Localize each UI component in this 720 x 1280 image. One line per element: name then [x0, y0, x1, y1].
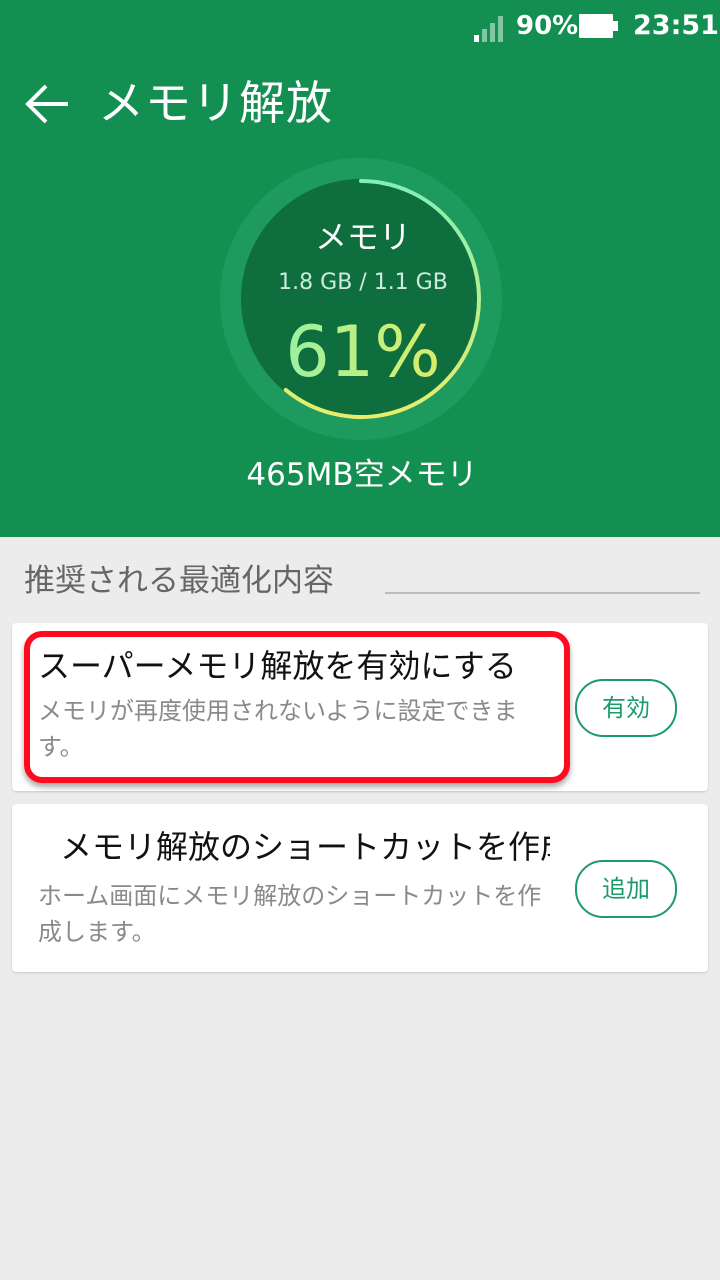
- card-super-memory-release: スーパーメモリ解放を有効にする メモリが再度使用されないように設定できます。 有…: [12, 623, 708, 791]
- memory-gauge: [220, 158, 502, 440]
- memory-usage-text: 1.8 GB / 1.1 GB: [278, 270, 448, 295]
- card-text: スーパーメモリ解放を有効にする メモリが再度使用されないように設定できます。: [38, 643, 550, 765]
- arrow-left-icon[interactable]: [22, 78, 74, 130]
- card-text: メモリ解放のショートカットを作成 ホーム画面にメモリ解放のショートカットを作成し…: [38, 824, 550, 950]
- card-description: メモリが再度使用されないように設定できます。: [38, 697, 518, 761]
- battery-icon: [579, 14, 618, 38]
- clock: 23:51: [633, 10, 719, 41]
- header-panel: 90% 23:51 メモリ解放 メモリ 1.8 GB / 1.1 GB 61% …: [0, 0, 720, 537]
- memory-release-screen: 90% 23:51 メモリ解放 メモリ 1.8 GB / 1.1 GB 61% …: [0, 0, 720, 1280]
- add-button[interactable]: 追加: [575, 860, 677, 918]
- card-description: ホーム画面にメモリ解放のショートカットを作成します。: [38, 882, 542, 946]
- section-title: 推奨される最適化内容: [24, 563, 334, 599]
- battery-percent: 90%: [516, 11, 579, 41]
- card-title: メモリ解放のショートカットを作成: [60, 828, 550, 866]
- page-title: メモリ解放: [98, 76, 333, 130]
- free-memory-text: 465MB空メモリ: [246, 457, 478, 493]
- memory-percent: 61%: [220, 310, 506, 394]
- section-divider: [385, 592, 700, 594]
- gauge-label: メモリ: [314, 218, 411, 256]
- signal-icon: [474, 16, 503, 42]
- card-title: スーパーメモリ解放を有効にする: [38, 647, 517, 685]
- enable-button[interactable]: 有効: [575, 679, 677, 737]
- status-bar: 90% 23:51: [0, 0, 720, 52]
- card-shortcut: メモリ解放のショートカットを作成 ホーム画面にメモリ解放のショートカットを作成し…: [12, 804, 708, 972]
